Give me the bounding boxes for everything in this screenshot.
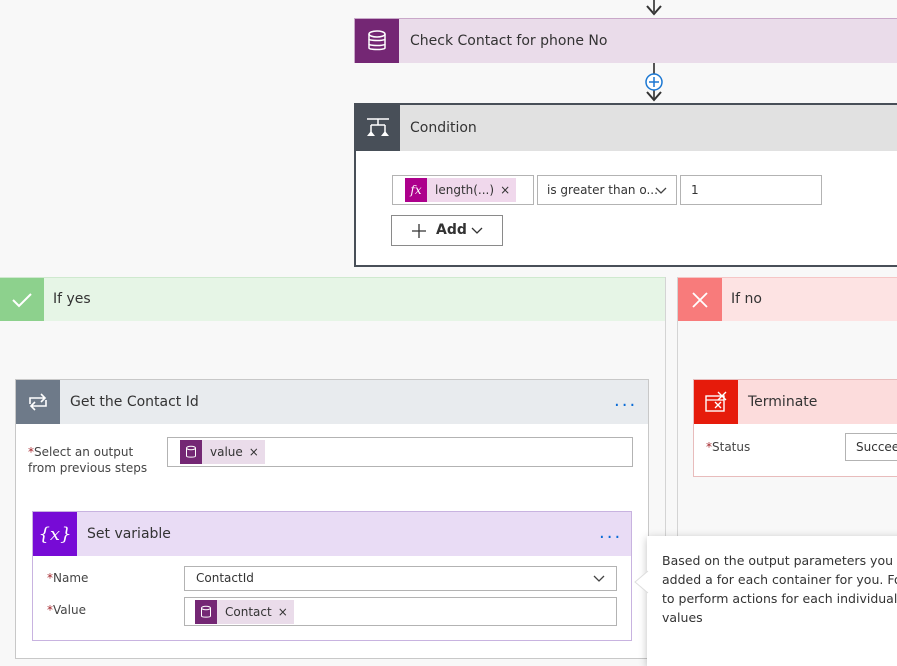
- operator-value: is greater than o...: [547, 183, 658, 197]
- database-icon: [180, 440, 202, 464]
- terminate-title: Terminate: [748, 394, 818, 410]
- token-label: length(...): [435, 183, 495, 197]
- info-tooltip: Based on the output parameters you s add…: [647, 536, 897, 666]
- remove-token-icon[interactable]: ×: [278, 605, 294, 619]
- add-condition-button[interactable]: Add: [391, 215, 503, 246]
- close-icon: [678, 278, 722, 321]
- variable-value-input[interactable]: Contact ×: [184, 597, 617, 626]
- arrow-down-icon: [646, 91, 662, 102]
- step-title: Check Contact for phone No: [410, 33, 608, 49]
- status-dropdown[interactable]: Succeed: [845, 433, 897, 461]
- name-label: *Name: [47, 571, 89, 585]
- expression-token[interactable]: fx length(...) ×: [405, 178, 517, 202]
- variable-name-value: ContactId: [196, 571, 254, 585]
- token-label: value: [210, 445, 243, 459]
- contact-token[interactable]: Contact ×: [195, 600, 294, 624]
- loop-icon: [16, 380, 60, 424]
- status-value: Succeed: [856, 440, 897, 454]
- right-operand-value: 1: [691, 183, 699, 197]
- select-output-label: *Select an output from previous steps: [28, 445, 148, 475]
- value-token[interactable]: value ×: [180, 440, 265, 464]
- fx-icon: fx: [405, 178, 427, 202]
- chevron-down-icon: [593, 575, 605, 582]
- variable-icon: {x}: [33, 512, 77, 556]
- if-no-header[interactable]: If no: [678, 277, 897, 321]
- tooltip-text: Based on the output parameters you s add…: [662, 553, 897, 625]
- tooltip-pointer: [634, 570, 649, 594]
- chevron-down-icon: [655, 187, 667, 194]
- value-label: *Value: [47, 603, 86, 617]
- plus-icon: [412, 224, 426, 238]
- checkmark-icon: [0, 278, 44, 321]
- if-yes-header[interactable]: If yes: [0, 277, 665, 321]
- terminate-icon: [694, 380, 738, 424]
- condition-title: Condition: [410, 120, 477, 136]
- loop-title: Get the Contact Id: [70, 394, 199, 410]
- status-label: *Status: [706, 440, 751, 454]
- database-icon: [195, 600, 217, 624]
- remove-token-icon[interactable]: ×: [249, 445, 265, 459]
- check-contact-step[interactable]: Check Contact for phone No: [354, 18, 897, 63]
- select-output-input[interactable]: value ×: [167, 437, 633, 467]
- more-options-icon[interactable]: ...: [614, 392, 637, 410]
- set-variable-title: Set variable: [87, 526, 171, 542]
- terminate-step[interactable]: Terminate *Status Succeed: [693, 379, 897, 477]
- if-yes-title: If yes: [53, 291, 91, 307]
- condition-operator-dropdown[interactable]: is greater than o...: [537, 175, 677, 205]
- if-no-title: If no: [731, 291, 762, 307]
- condition-left-operand[interactable]: fx length(...) ×: [392, 175, 534, 205]
- arrow-down-icon: [646, 5, 662, 16]
- token-label: Contact: [225, 605, 272, 619]
- remove-token-icon[interactable]: ×: [500, 183, 516, 197]
- condition-card[interactable]: Condition fx length(...) × is greater th…: [354, 103, 897, 267]
- condition-right-operand[interactable]: 1: [680, 175, 822, 205]
- chevron-down-icon: [471, 227, 483, 234]
- database-icon: [355, 19, 399, 63]
- condition-icon: [356, 105, 400, 151]
- variable-name-dropdown[interactable]: ContactId: [184, 566, 617, 591]
- more-options-icon[interactable]: ...: [599, 524, 622, 542]
- set-variable-step[interactable]: {x} Set variable ... *Name ContactId *Va…: [32, 511, 632, 641]
- add-label: Add: [436, 222, 467, 238]
